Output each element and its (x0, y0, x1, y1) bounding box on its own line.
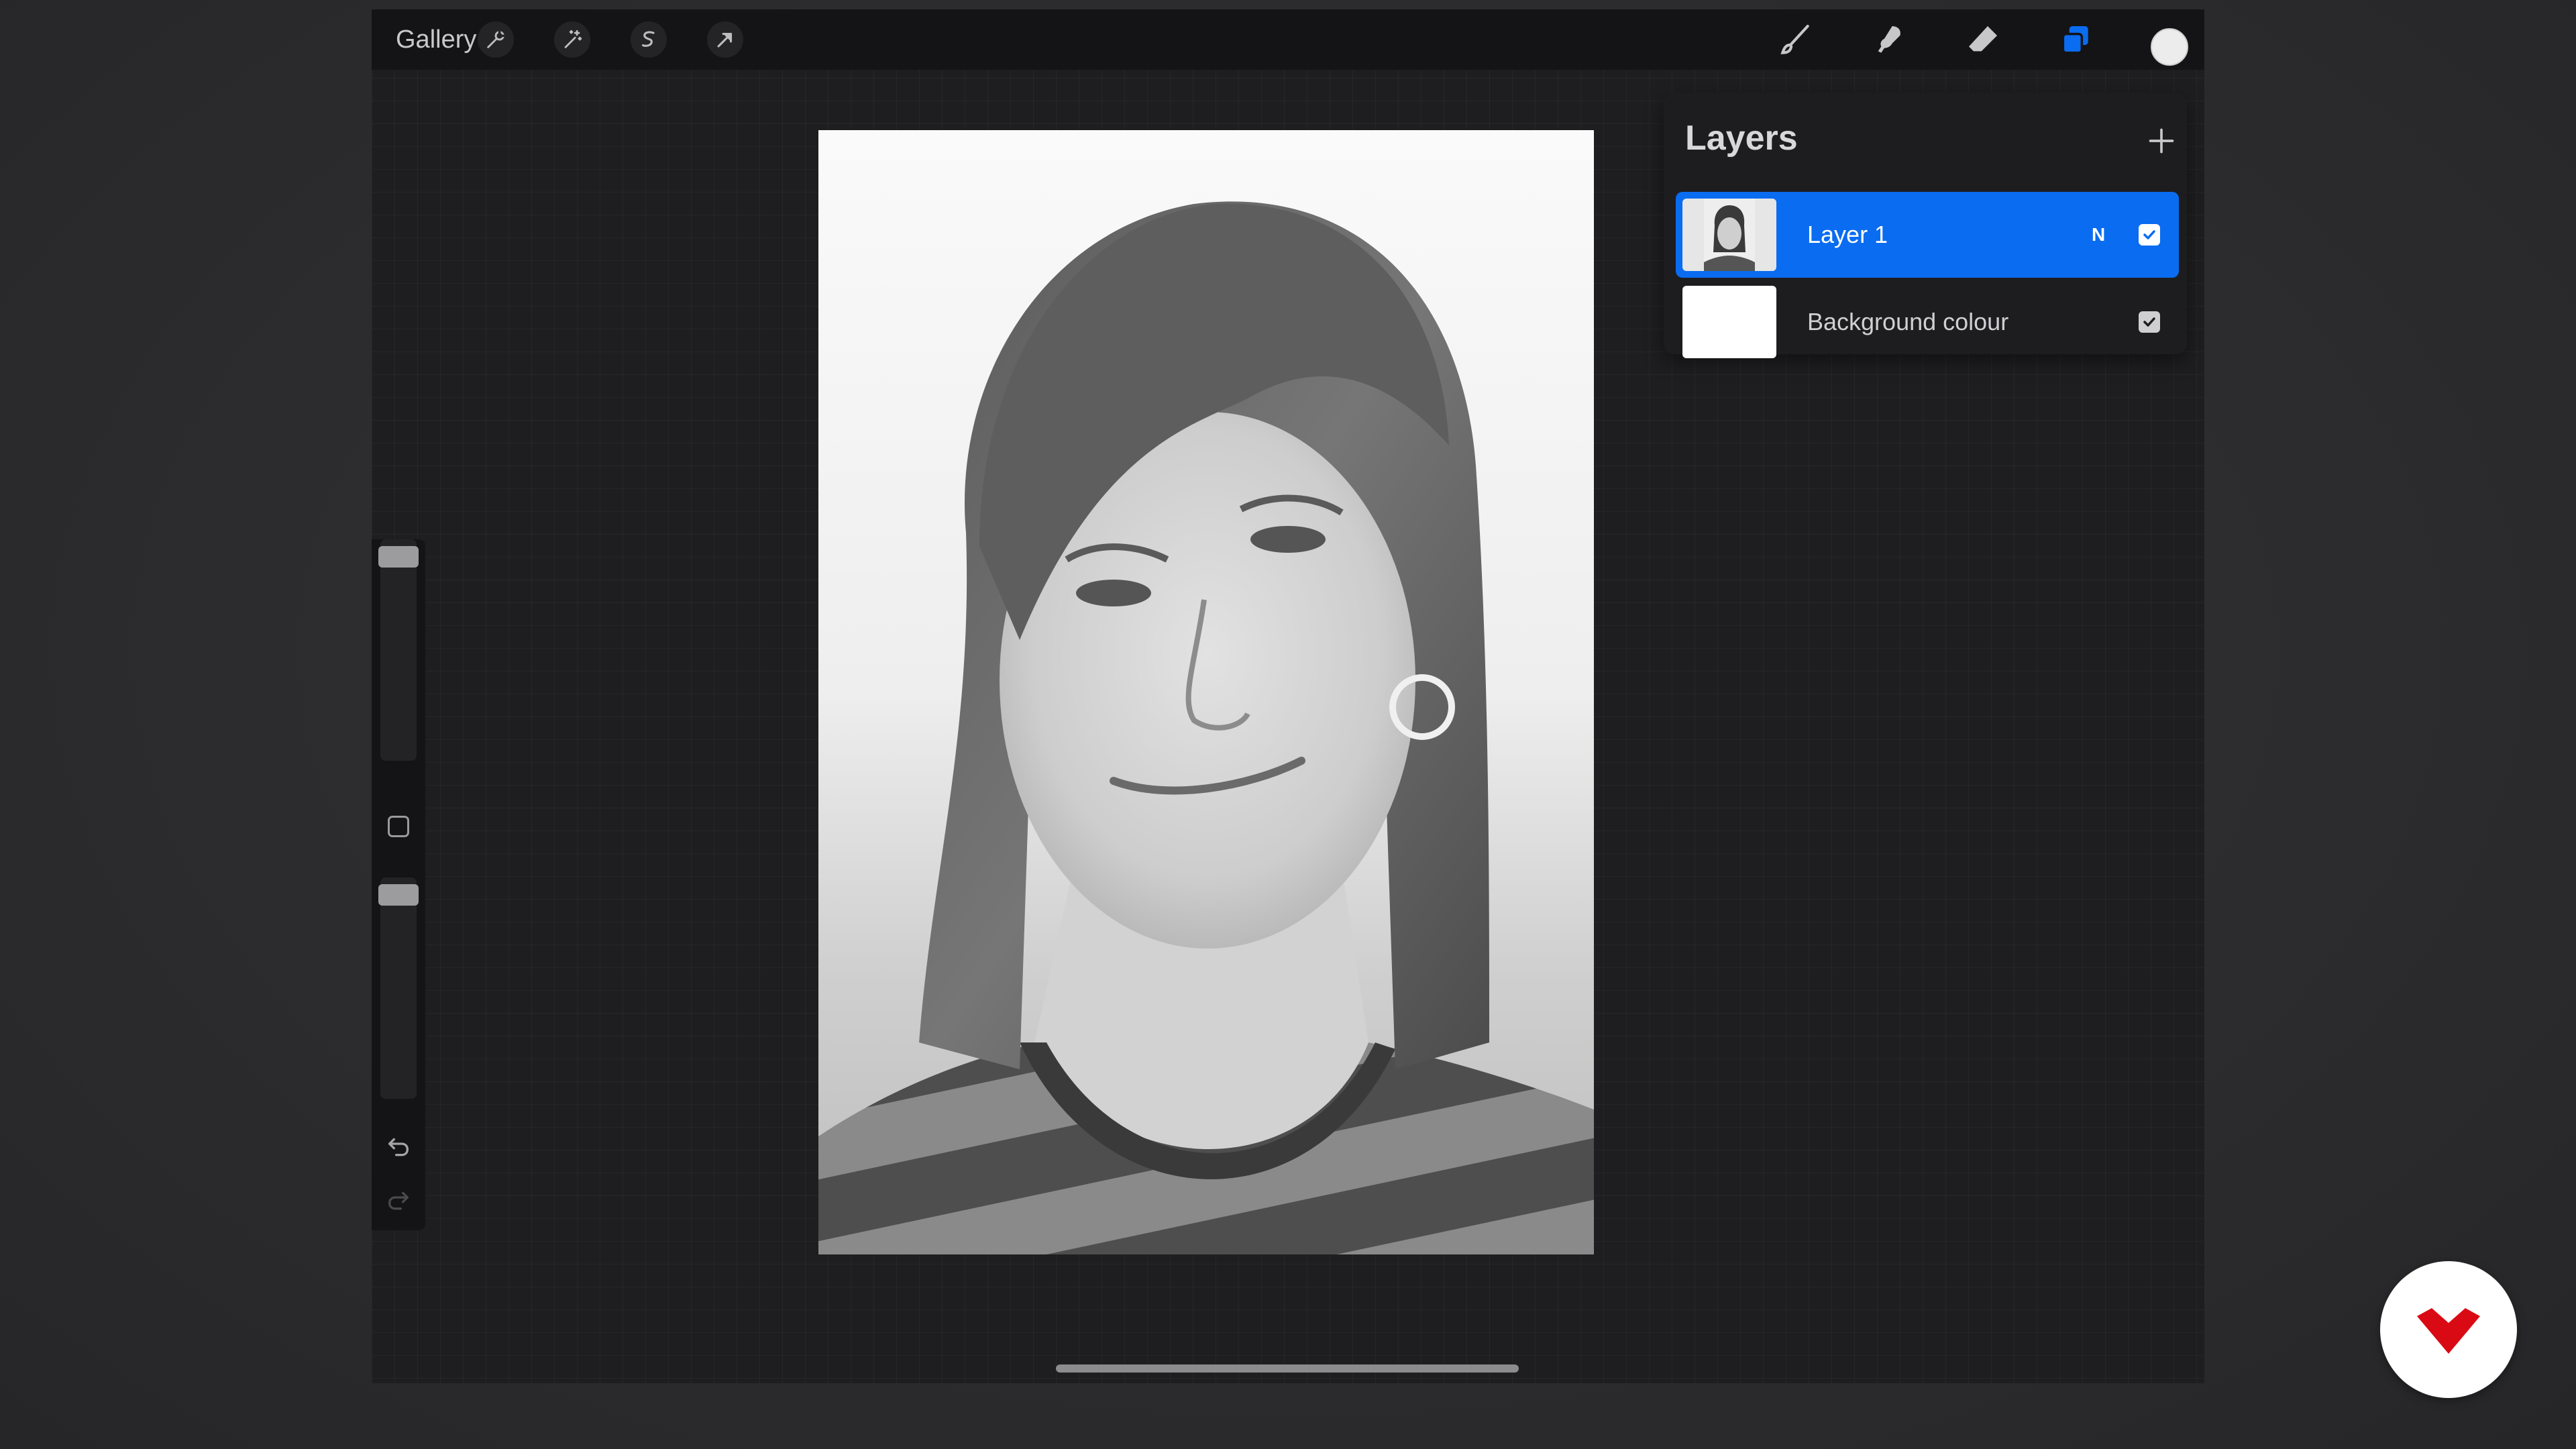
background-thumbnail (1682, 286, 1776, 358)
eraser-icon[interactable] (1962, 19, 2004, 62)
desktop-background: Gallery Layers Layer 1 N Background colo… (0, 0, 2576, 1449)
selection-icon[interactable] (631, 21, 667, 58)
layer-visibility-checkbox[interactable] (2139, 224, 2160, 246)
home-indicator[interactable] (1056, 1364, 1519, 1373)
transform-arrow-icon[interactable] (707, 21, 743, 58)
layer-row-background-colour[interactable]: Background colour (1676, 279, 2179, 365)
redo-icon[interactable] (385, 1187, 412, 1214)
procreate-screen: Gallery Layers Layer 1 N Background colo… (372, 9, 2204, 1383)
layers-title: Layers (1685, 119, 1798, 158)
checkmark-icon (2143, 230, 2155, 239)
brand-logo-icon (2417, 1308, 2480, 1354)
left-sidebar (372, 539, 425, 1230)
opacity-thumb[interactable] (378, 884, 419, 906)
blend-mode-toggle[interactable]: N (2092, 224, 2105, 246)
background-visibility-checkbox[interactable] (2139, 311, 2160, 333)
wrench-icon[interactable] (478, 21, 514, 58)
plus-icon[interactable] (2147, 126, 2176, 156)
checkmark-icon (2143, 317, 2155, 327)
brush-size-thumb[interactable] (378, 546, 419, 568)
brand-logo-badge (2380, 1261, 2517, 1398)
layers-icon[interactable] (2054, 19, 2097, 62)
magic-wand-icon[interactable] (554, 21, 590, 58)
drawing-canvas[interactable] (818, 130, 1594, 1254)
opacity-slider[interactable] (380, 877, 417, 1099)
layer-row-layer-1[interactable]: Layer 1 N (1676, 192, 2179, 278)
brush-size-slider[interactable] (380, 539, 417, 761)
portrait-image (818, 130, 1594, 1254)
top-toolbar: Gallery (372, 9, 2204, 70)
color-picker-swatch[interactable] (2151, 28, 2188, 66)
gallery-button[interactable]: Gallery (396, 24, 476, 55)
brush-icon[interactable] (1774, 19, 1817, 62)
layers-panel: Layers Layer 1 N Background colour (1664, 93, 2187, 358)
layer-name: Background colour (1807, 308, 2009, 335)
layer-thumbnail (1682, 199, 1776, 271)
undo-icon[interactable] (385, 1134, 412, 1161)
layer-name: Layer 1 (1807, 221, 1888, 248)
modify-square-icon[interactable] (388, 816, 409, 837)
smudge-icon[interactable] (1868, 19, 1911, 62)
